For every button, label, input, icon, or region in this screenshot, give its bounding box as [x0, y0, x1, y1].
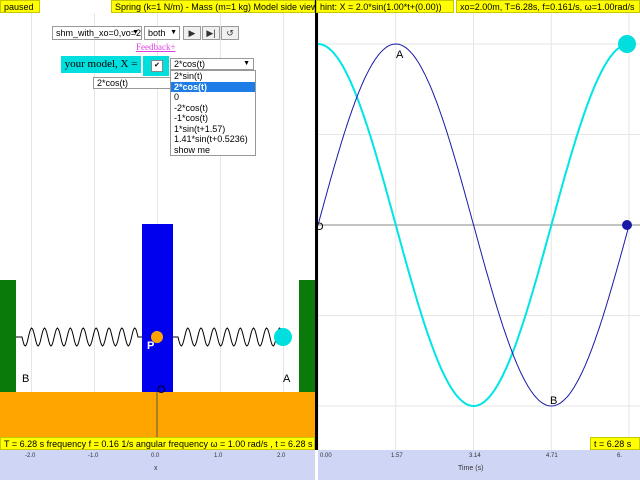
dropdown-option[interactable]: 1.41*sin(t+0.5236): [171, 134, 255, 145]
x-tick-label: -1.0: [88, 453, 99, 459]
graph-time-status: t = 6.28 s: [590, 437, 640, 450]
time-axis-label: Time (s): [458, 465, 484, 472]
graph-label-a: A: [396, 49, 404, 61]
dropdown-option[interactable]: 2*cos(t): [171, 81, 255, 92]
dropdown-option[interactable]: 2*sin(t): [171, 71, 255, 82]
model-dropdown-list[interactable]: 2*sin(t) 2*cos(t) 0 -2*cos(t) -1*cos(t) 1*sin…: [170, 70, 256, 156]
time-status: T = 6.28 s frequency f = 0.16 1/s angula…: [0, 437, 315, 450]
x-tick-label: 2.0: [277, 453, 286, 459]
cos-endpoint-marker: [618, 35, 636, 53]
graph-label-b: B: [550, 395, 557, 407]
time-tick-label: 6.: [617, 453, 623, 459]
dropdown-option[interactable]: show me: [171, 145, 255, 156]
time-tick-label: 3.14: [469, 453, 481, 459]
label-a: A: [283, 373, 291, 385]
right-wall: [299, 280, 315, 392]
label-b: B: [22, 373, 29, 385]
dropdown-option[interactable]: 0: [171, 92, 255, 103]
time-tick-label: 4.71: [546, 453, 558, 459]
x-axis-label: x: [154, 465, 158, 472]
label-o: O: [157, 384, 166, 396]
graph-label-o: O: [318, 221, 324, 233]
mass-block[interactable]: [142, 224, 173, 392]
x-tick-label: 1.0: [214, 453, 223, 459]
model-ghost-marker[interactable]: [274, 328, 292, 346]
sin-endpoint-marker: [622, 220, 632, 230]
dropdown-option[interactable]: -1*cos(t): [171, 113, 255, 124]
x-tick-label: -2.0: [25, 453, 36, 459]
left-spring: [16, 327, 142, 347]
label-p: P: [147, 340, 154, 352]
dropdown-option[interactable]: 1*sin(t+1.57): [171, 124, 255, 135]
spring-mass-scene: B A P O: [0, 224, 315, 438]
time-tick-label: 0.00: [320, 453, 332, 459]
right-spring: [173, 327, 290, 347]
dropdown-option[interactable]: -2*cos(t): [171, 103, 255, 114]
left-wall: [0, 280, 16, 392]
time-tick-label: 1.57: [391, 453, 403, 459]
x-tick-label: 0.0: [151, 453, 160, 459]
time-graph: A B O: [318, 13, 640, 450]
